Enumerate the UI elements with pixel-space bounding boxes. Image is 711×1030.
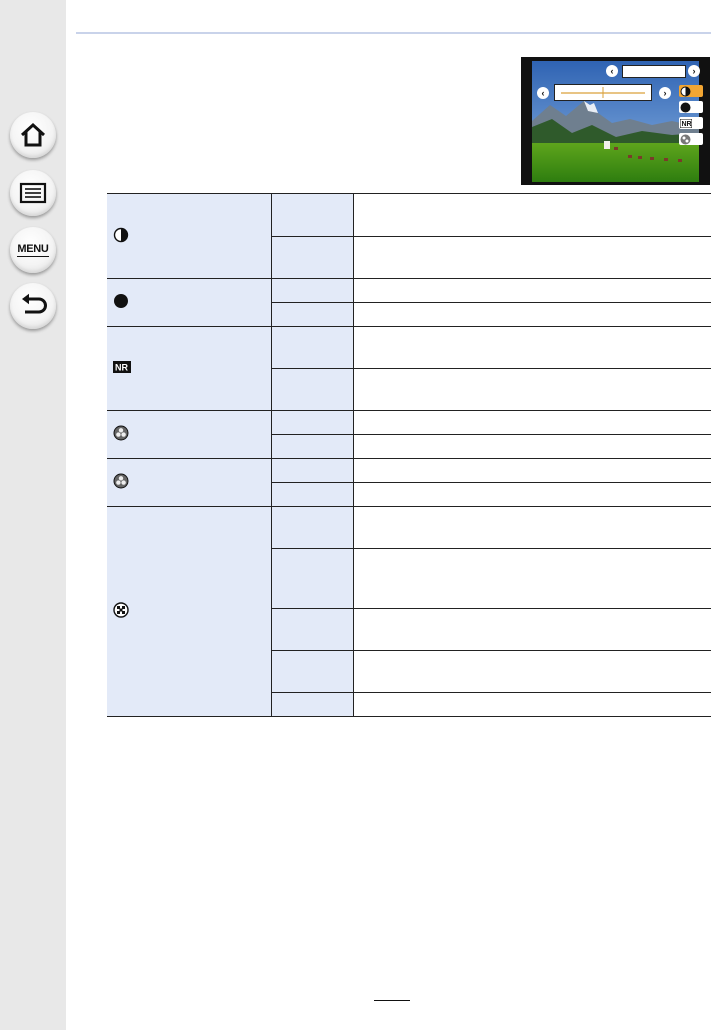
shot-saturation-icon [679, 101, 703, 113]
shot-prev-left-icon: ‹ [606, 65, 618, 77]
noise-reduction-cell: NR [107, 326, 272, 411]
table-row [107, 506, 711, 717]
option-cell [271, 482, 354, 507]
shot-noise-reduction-icon: NR [679, 117, 703, 129]
option-cell [271, 410, 354, 435]
option-cell [271, 548, 354, 609]
contrast-cell [107, 193, 272, 279]
option-cell [271, 368, 354, 411]
description-cell [353, 193, 711, 237]
color-tone-cell [107, 410, 272, 459]
table-row [107, 458, 711, 507]
back-button[interactable] [10, 283, 56, 329]
landscape-photo [532, 61, 699, 182]
option-cell [271, 692, 354, 717]
home-button[interactable] [10, 112, 56, 158]
shot-adjust-left-icon: ‹ [537, 87, 549, 99]
description-cell [353, 692, 711, 717]
description-cell [353, 608, 711, 651]
filter-effect-cell [107, 506, 272, 717]
menu-icon: MENU [17, 242, 49, 257]
navigation-rail: MENU [0, 0, 66, 1030]
page-number-rule [374, 1000, 410, 1001]
table-row [107, 278, 711, 327]
table-row [107, 410, 711, 459]
color-tone-icon [113, 473, 129, 489]
home-icon [20, 122, 46, 147]
description-cell [353, 410, 711, 435]
description-cell [353, 482, 711, 507]
option-cell [271, 458, 354, 483]
table-row: NR [107, 326, 711, 411]
option-cell [271, 278, 354, 303]
saturation-cell [107, 278, 272, 327]
description-cell [353, 434, 711, 459]
description-cell [353, 368, 711, 411]
option-cell [271, 434, 354, 459]
contrast-icon [113, 227, 129, 242]
shot-adjust-right-icon: › [659, 87, 671, 99]
camera-screen-image: ‹ › ‹ › NR [521, 57, 710, 185]
description-cell [353, 458, 711, 483]
description-cell [353, 278, 711, 303]
svg-text:NR: NR [115, 363, 128, 373]
shot-filter-effect-icon [679, 133, 703, 145]
table-row [107, 193, 711, 279]
option-cell [271, 506, 354, 549]
saturation-icon [114, 294, 128, 308]
description-cell [353, 236, 711, 279]
color-tone-icon [113, 425, 129, 441]
option-cell [271, 326, 354, 369]
option-cell [271, 193, 354, 237]
menu-button[interactable]: MENU [10, 227, 56, 273]
back-arrow-icon [22, 293, 47, 314]
option-cell [271, 608, 354, 651]
description-cell [353, 548, 711, 609]
color-tone-cell [107, 458, 272, 507]
shot-title-box [622, 65, 686, 78]
shot-contrast-icon [679, 85, 703, 97]
settings-table: NR [107, 193, 711, 717]
contents-button[interactable] [10, 170, 56, 216]
option-cell [271, 650, 354, 693]
description-cell [353, 302, 711, 327]
shot-slider-box [554, 84, 652, 101]
description-cell [353, 506, 711, 549]
option-cell [271, 236, 354, 279]
option-cell [271, 302, 354, 327]
svg-text:NR: NR [682, 121, 692, 128]
noise-reduction-icon: NR [113, 361, 131, 373]
description-cell [353, 650, 711, 693]
header-rule [76, 32, 711, 34]
shot-next-right-icon: › [688, 65, 700, 77]
filter-effect-icon [113, 602, 129, 618]
list-icon [19, 182, 47, 204]
description-cell [353, 326, 711, 369]
